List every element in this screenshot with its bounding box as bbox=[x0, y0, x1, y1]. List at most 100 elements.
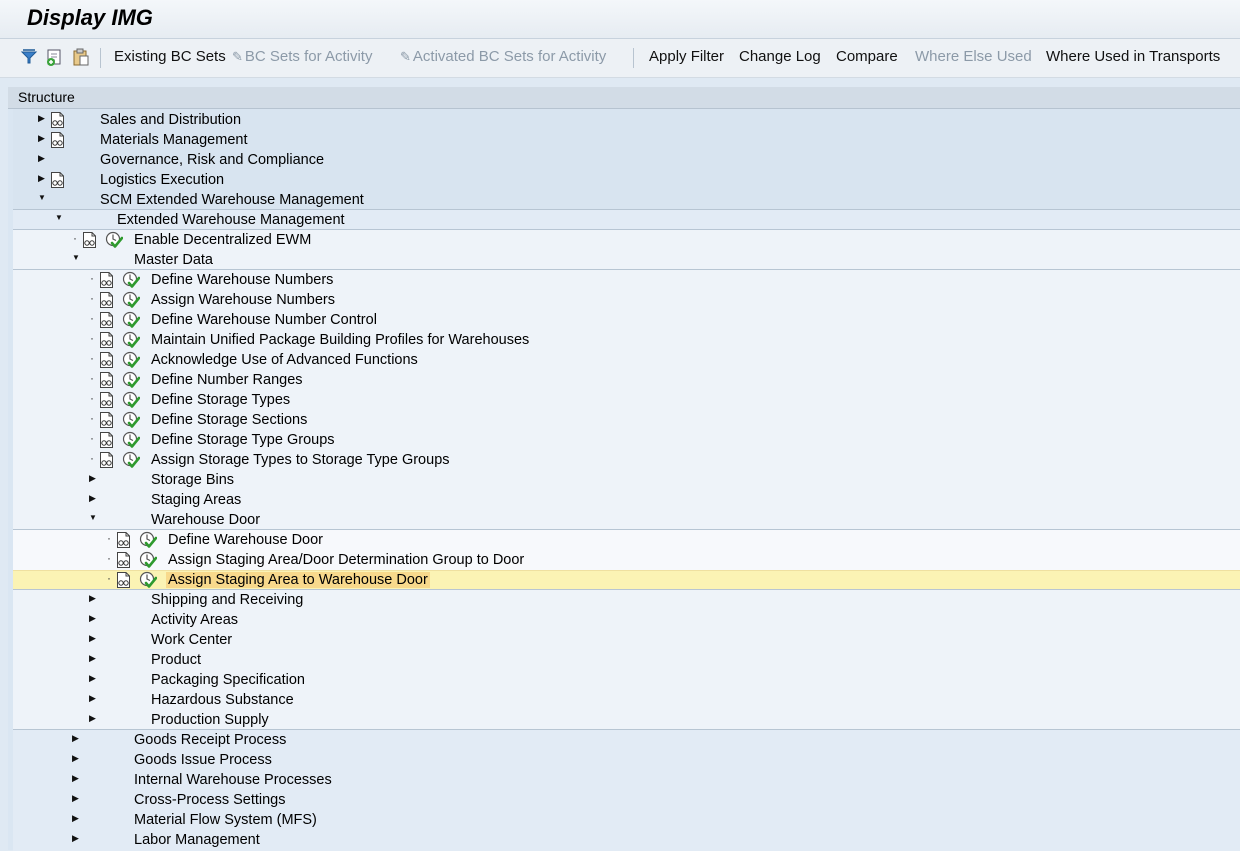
collapse-arrow-icon[interactable]: ▼ bbox=[55, 213, 63, 222]
node-label[interactable]: SCM Extended Warehouse Management bbox=[100, 192, 364, 208]
expand-arrow-icon[interactable]: ▶ bbox=[89, 473, 96, 484]
expand-arrow-icon[interactable]: ▶ bbox=[72, 773, 79, 784]
tree-node-row[interactable]: ▶ Cross-Process Settings bbox=[8, 790, 1240, 810]
tree-node-row[interactable]: ▶ Work Center bbox=[8, 630, 1240, 650]
node-label[interactable]: Define Warehouse Door bbox=[168, 532, 323, 548]
tree-node-row[interactable]: ▶ Logistics Execution bbox=[8, 170, 1240, 190]
documentation-icon[interactable] bbox=[50, 112, 65, 128]
paste-icon[interactable] bbox=[71, 47, 91, 67]
selected-node-label[interactable]: Assign Staging Area to Warehouse Door bbox=[166, 572, 430, 588]
node-label[interactable]: Work Center bbox=[151, 632, 232, 648]
node-label[interactable]: Sales and Distribution bbox=[100, 112, 241, 128]
tree-node-row[interactable]: ▶ Product bbox=[8, 650, 1240, 670]
node-label[interactable]: Product bbox=[151, 652, 201, 668]
expand-arrow-icon[interactable]: ▶ bbox=[72, 813, 79, 824]
tree-node-row[interactable]: ▼ SCM Extended Warehouse Management bbox=[8, 190, 1240, 210]
execute-activity-icon[interactable] bbox=[122, 291, 140, 309]
collapse-arrow-icon[interactable]: ▼ bbox=[89, 513, 97, 522]
node-label[interactable]: Hazardous Substance bbox=[151, 692, 294, 708]
documentation-icon[interactable] bbox=[99, 392, 114, 408]
expand-arrow-icon[interactable]: ▶ bbox=[38, 173, 45, 184]
execute-activity-icon[interactable] bbox=[122, 271, 140, 289]
node-label[interactable]: Staging Areas bbox=[151, 492, 241, 508]
tree-node-row[interactable]: ▶ Staging Areas bbox=[8, 490, 1240, 510]
expand-arrow-icon[interactable]: ▶ bbox=[89, 693, 96, 704]
documentation-icon[interactable] bbox=[99, 312, 114, 328]
tree-node-row[interactable]: ▼ Master Data bbox=[8, 250, 1240, 270]
tree-node-row[interactable]: ▶ Labor Management bbox=[8, 830, 1240, 850]
execute-activity-icon[interactable] bbox=[122, 331, 140, 349]
node-label[interactable]: Define Storage Types bbox=[151, 392, 290, 408]
node-label[interactable]: Internal Warehouse Processes bbox=[134, 772, 332, 788]
node-label[interactable]: Assign Warehouse Numbers bbox=[151, 292, 335, 308]
documentation-icon[interactable] bbox=[99, 372, 114, 388]
execute-activity-icon[interactable] bbox=[122, 411, 140, 429]
tree-node-row[interactable]: ▶ Shipping and Receiving bbox=[8, 590, 1240, 610]
expand-arrow-icon[interactable]: ▶ bbox=[72, 733, 79, 744]
tree-activity-row[interactable]: · Acknowledge Use of Advanced Functions bbox=[8, 350, 1240, 370]
execute-activity-icon[interactable] bbox=[122, 351, 140, 369]
execute-activity-icon[interactable] bbox=[122, 311, 140, 329]
node-label[interactable]: Shipping and Receiving bbox=[151, 592, 303, 608]
tree-node-row[interactable]: ▶ Goods Issue Process bbox=[8, 750, 1240, 770]
node-label[interactable]: Storage Bins bbox=[151, 472, 234, 488]
documentation-icon[interactable] bbox=[50, 172, 65, 188]
tree-activity-row[interactable]: · Enable Decentralized EWM bbox=[8, 230, 1240, 250]
documentation-icon[interactable] bbox=[99, 412, 114, 428]
node-label[interactable]: Materials Management bbox=[100, 132, 248, 148]
expand-arrow-icon[interactable]: ▶ bbox=[38, 153, 45, 164]
node-label[interactable]: Extended Warehouse Management bbox=[117, 212, 345, 228]
expand-arrow-icon[interactable]: ▶ bbox=[89, 613, 96, 624]
documentation-icon[interactable] bbox=[116, 532, 131, 548]
node-label[interactable]: Activity Areas bbox=[151, 612, 238, 628]
expand-arrow-icon[interactable]: ▶ bbox=[89, 653, 96, 664]
documentation-icon[interactable] bbox=[116, 572, 131, 588]
compare-button[interactable]: Compare bbox=[836, 48, 898, 65]
node-label[interactable]: Define Storage Type Groups bbox=[151, 432, 335, 448]
node-label[interactable]: Assign Storage Types to Storage Type Gro… bbox=[151, 452, 450, 468]
filter-icon[interactable] bbox=[19, 47, 39, 67]
tree-node-row[interactable]: ▼ Warehouse Door bbox=[8, 510, 1240, 530]
tree-node-row[interactable]: ▶ Hazardous Substance bbox=[8, 690, 1240, 710]
execute-activity-icon[interactable] bbox=[122, 391, 140, 409]
expand-arrow-icon[interactable]: ▶ bbox=[89, 673, 96, 684]
node-label[interactable]: Assign Staging Area/Door Determination G… bbox=[168, 552, 524, 568]
tree-activity-row[interactable]: · Assign Staging Area to Warehouse Door bbox=[8, 570, 1240, 590]
bc-sets-for-activity-button[interactable]: ✎ BC Sets for Activity bbox=[232, 48, 372, 65]
node-label[interactable]: Labor Management bbox=[134, 832, 260, 848]
execute-activity-icon[interactable] bbox=[139, 531, 157, 549]
expand-arrow-icon[interactable]: ▶ bbox=[89, 493, 96, 504]
where-else-used-button[interactable]: Where Else Used bbox=[915, 48, 1032, 65]
execute-activity-icon[interactable] bbox=[139, 571, 157, 589]
tree-activity-row[interactable]: · Assign Storage Types to Storage Type Gr… bbox=[8, 450, 1240, 470]
documentation-icon[interactable] bbox=[99, 332, 114, 348]
node-label[interactable]: Define Storage Sections bbox=[151, 412, 307, 428]
node-label[interactable]: Acknowledge Use of Advanced Functions bbox=[151, 352, 418, 368]
expand-arrow-icon[interactable]: ▶ bbox=[89, 593, 96, 604]
execute-activity-icon[interactable] bbox=[122, 451, 140, 469]
node-label[interactable]: Material Flow System (MFS) bbox=[134, 812, 317, 828]
node-label[interactable]: Define Warehouse Number Control bbox=[151, 312, 377, 328]
add-icon[interactable] bbox=[45, 47, 65, 67]
documentation-icon[interactable] bbox=[50, 132, 65, 148]
tree-activity-row[interactable]: · Define Storage Sections bbox=[8, 410, 1240, 430]
expand-arrow-icon[interactable]: ▶ bbox=[72, 753, 79, 764]
execute-activity-icon[interactable] bbox=[105, 231, 123, 249]
change-log-button[interactable]: Change Log bbox=[739, 48, 821, 65]
documentation-icon[interactable] bbox=[82, 232, 97, 248]
documentation-icon[interactable] bbox=[99, 272, 114, 288]
tree-node-row[interactable]: ▶ Sales and Distribution bbox=[8, 110, 1240, 130]
execute-activity-icon[interactable] bbox=[122, 371, 140, 389]
node-label[interactable]: Define Number Ranges bbox=[151, 372, 303, 388]
node-label[interactable]: Master Data bbox=[134, 252, 213, 268]
node-label[interactable]: Production Supply bbox=[151, 712, 269, 728]
tree-activity-row[interactable]: · Assign Warehouse Numbers bbox=[8, 290, 1240, 310]
tree-activity-row[interactable]: · Define Storage Type Groups bbox=[8, 430, 1240, 450]
tree-activity-row[interactable]: · Assign Staging Area/Door Determination … bbox=[8, 550, 1240, 570]
tree-node-row[interactable]: ▶ Governance, Risk and Compliance bbox=[8, 150, 1240, 170]
expand-arrow-icon[interactable]: ▶ bbox=[38, 113, 45, 124]
documentation-icon[interactable] bbox=[99, 452, 114, 468]
tree-node-row[interactable]: ▶ Materials Management bbox=[8, 130, 1240, 150]
where-used-in-transports-button[interactable]: Where Used in Transports bbox=[1046, 48, 1220, 65]
node-label[interactable]: Governance, Risk and Compliance bbox=[100, 152, 324, 168]
